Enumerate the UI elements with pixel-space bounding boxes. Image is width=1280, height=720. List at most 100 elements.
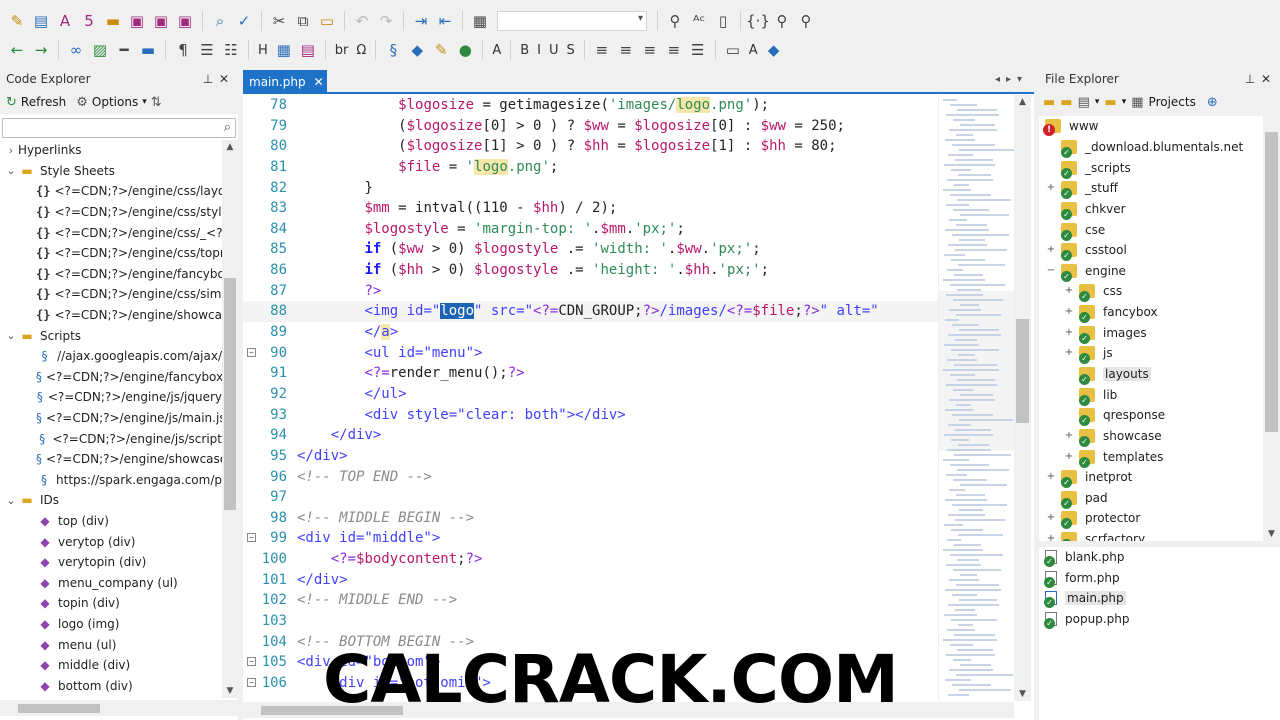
tree-item[interactable]: ◆ menu (ul) — [0, 634, 222, 655]
open-folder-icon[interactable]: ▬ — [102, 10, 124, 32]
expand-icon[interactable]: + — [1045, 533, 1057, 541]
tree-item[interactable]: {}<?=CDN;?>/engine/css/layouts — [0, 181, 222, 202]
tag-icon[interactable]: ◆ — [406, 39, 428, 61]
expand-icon[interactable]: + — [1063, 306, 1075, 318]
pin-icon[interactable]: ⊥ — [1242, 72, 1258, 86]
line-break-icon[interactable]: br — [332, 39, 352, 61]
heading-icon[interactable]: H — [255, 39, 271, 61]
form-icon[interactable]: ▤ — [297, 39, 319, 61]
spell-check-icon[interactable]: ✓ — [233, 10, 255, 32]
scroll-down-icon[interactable]: ▼ — [1263, 529, 1280, 539]
new-folder-icon[interactable]: ▬ — [1060, 95, 1072, 110]
tree-item[interactable]: ⌄ ▬ Scripts — [0, 325, 222, 346]
globe-icon[interactable]: ⊕ — [1207, 95, 1218, 110]
dropdown-arrow-icon[interactable]: ▾ — [142, 97, 147, 107]
expand-icon[interactable]: + — [1063, 451, 1075, 463]
expand-icon[interactable]: + — [1045, 471, 1057, 483]
folder-item[interactable]: + protector — [1039, 508, 1263, 530]
html5-icon[interactable]: 5 — [78, 10, 100, 32]
tree-item[interactable]: {} <?=CDN;?>/engine/showcase — [0, 305, 222, 326]
cut-icon[interactable]: ✂ — [268, 10, 290, 32]
highlight-icon[interactable]: ◆ — [763, 39, 785, 61]
code-line[interactable]: 85 if ($ww > 0) $logostyle .= 'width: '.… — [243, 239, 938, 260]
tree-item[interactable]: § <?=CDN;?>/engine/js/jquery — [0, 387, 222, 408]
comment-icon[interactable]: ▬ — [137, 39, 159, 61]
folder-item[interactable]: www — [1039, 116, 1263, 137]
code-line[interactable]: 87 ?> — [243, 281, 938, 302]
table-icon[interactable]: ▦ — [273, 39, 295, 61]
numbered-list-icon[interactable]: ☷ — [220, 39, 242, 61]
new-html-icon[interactable]: ▤ — [30, 10, 52, 32]
scroll-up-icon[interactable]: ▲ — [222, 142, 238, 152]
tab-scroll-icon[interactable]: ◂▸▾ — [995, 74, 1028, 85]
bold-icon[interactable]: B — [517, 39, 532, 61]
file-item[interactable]: popup.php — [1039, 609, 1280, 630]
braces-icon[interactable]: {·} — [746, 10, 770, 32]
code-area[interactable]: 78 $logosize = getimagesize('images/logo… — [243, 95, 938, 701]
scroll-down-icon[interactable]: ▼ — [1014, 689, 1031, 699]
folder-item[interactable]: _scripts — [1039, 157, 1263, 179]
chevron-down-icon[interactable]: ⌄ — [4, 329, 18, 342]
code-line[interactable]: 79 ($logosize[0] > 0 ) ? $ww = $logosize… — [243, 116, 938, 137]
projects-button[interactable]: Projects — [1149, 95, 1196, 109]
file-item[interactable]: form.php — [1039, 568, 1280, 589]
code-line[interactable]: 99− <div id="middle"> — [243, 528, 938, 549]
tree-item[interactable]: § //ajax.googleapis.com/ajax/ — [0, 346, 222, 367]
expander-placeholder[interactable] — [1045, 224, 1057, 236]
code-line[interactable]: 90− <ul id="menu"> — [243, 343, 938, 364]
line-spacing-icon[interactable]: ☰ — [687, 39, 709, 61]
expand-icon[interactable]: + — [1063, 347, 1075, 359]
color-icon[interactable]: ● — [454, 39, 476, 61]
expand-icon[interactable]: + — [1045, 244, 1057, 256]
expander-placeholder[interactable] — [1063, 389, 1075, 401]
expand-icon[interactable]: + — [1045, 512, 1057, 524]
fold-toggle-icon[interactable]: − — [247, 347, 256, 357]
expander-placeholder[interactable] — [1063, 368, 1075, 380]
chevron-right-icon[interactable]: › — [4, 144, 18, 157]
underline-icon[interactable]: U — [546, 39, 562, 61]
expand-icon[interactable]: + — [1045, 182, 1057, 194]
tree-item[interactable]: ◆ logo (img) — [0, 614, 222, 635]
tree-item[interactable]: {} <?=CDN;?>/engine/css/simp — [0, 284, 222, 305]
back-arrow-icon[interactable]: ← — [6, 39, 28, 61]
tree-item[interactable]: § <?=CDN;?>/engine/js/script — [0, 428, 222, 449]
folder-item[interactable]: + inetprot — [1039, 467, 1263, 489]
folder-item[interactable]: layouts — [1039, 364, 1263, 385]
chevron-down-icon[interactable]: ⌄ — [4, 164, 18, 177]
code-line[interactable]: 100 <?=$bodycontent;?> — [243, 549, 938, 570]
link-icon[interactable]: ∞ — [65, 39, 87, 61]
code-line[interactable]: 88 <img id="logo" src="<?=CDN_GROUP;?>/i… — [243, 301, 938, 323]
tree-item[interactable]: ⌄ ▬ IDs — [0, 490, 222, 511]
code-line[interactable]: 86 if ($hh > 0) $logostyle .= 'height: '… — [243, 260, 938, 281]
code-line[interactable]: 89 </a> — [243, 322, 938, 343]
expand-icon[interactable]: + — [1063, 430, 1075, 442]
folder-item[interactable]: + fancybox — [1039, 302, 1263, 324]
new-file-icon[interactable]: ✎ — [6, 10, 28, 32]
code-line[interactable]: 80 ($logosize[1] > 0 ) ? $hh = $logosize… — [243, 136, 938, 157]
code-line[interactable]: 91 <?=render_menu();?> — [243, 363, 938, 384]
fold-toggle-icon[interactable]: − — [247, 533, 256, 543]
align-right-icon[interactable]: ≡ — [639, 39, 661, 61]
tree-item[interactable]: › Hyperlinks — [0, 140, 222, 161]
save-all-icon[interactable]: ▣ — [150, 10, 172, 32]
code-line[interactable]: 83 $mm = intval((110 - $hh) / 2); — [243, 198, 938, 219]
tree-item[interactable]: {} <?=CDN;?>/engine/css/_<?= — [0, 222, 222, 243]
align-center-icon[interactable]: ≡ — [615, 39, 637, 61]
script-icon[interactable]: § — [382, 39, 404, 61]
pdf-icon[interactable]: A — [54, 10, 76, 32]
tree-item[interactable]: § https://spark.engaga.com/p — [0, 470, 222, 491]
page-icon[interactable]: ▯ — [712, 10, 734, 32]
chevron-down-icon[interactable]: ⌄ — [4, 494, 18, 507]
tree-item[interactable]: § <?=CDN;?>/engine/js/main.js — [0, 408, 222, 429]
forward-arrow-icon[interactable]: → — [30, 39, 52, 61]
code-explorer-search-input[interactable]: ⌕ — [2, 118, 236, 138]
scroll-up-icon[interactable]: ▲ — [1014, 97, 1031, 107]
code-line[interactable]: 102 <!-- MIDDLE END --> — [243, 590, 938, 611]
paragraph-icon[interactable]: ¶ — [172, 39, 194, 61]
tree-item[interactable]: ◆ middle (div) — [0, 655, 222, 676]
tree-item[interactable]: ◆ menu_company (ul) — [0, 572, 222, 593]
view-icon[interactable]: ▤ — [1078, 95, 1090, 110]
expander-placeholder[interactable] — [1045, 492, 1057, 504]
indent-icon[interactable]: ⇥ — [410, 10, 432, 32]
font-color-icon[interactable]: A — [746, 39, 761, 61]
